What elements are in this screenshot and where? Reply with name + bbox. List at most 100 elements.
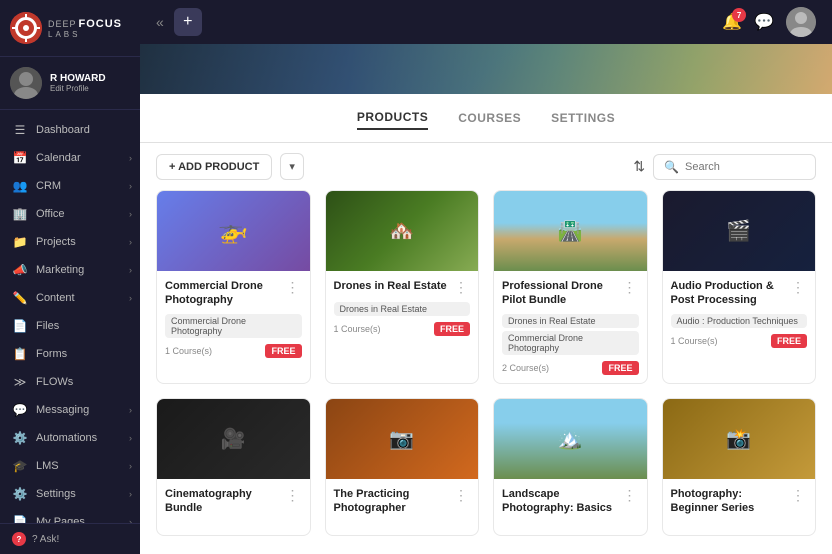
sidebar-item-label: Content — [36, 292, 75, 304]
sidebar-user[interactable]: R HOWARD Edit Profile — [0, 57, 140, 110]
product-card[interactable]: The Practicing Photographer ⋮ — [325, 398, 480, 537]
sidebar-item-marketing[interactable]: 📣 Marketing › — [0, 256, 140, 284]
help-icon: ? — [12, 532, 26, 546]
user-edit-link[interactable]: Edit Profile — [50, 84, 106, 93]
sidebar-item-crm[interactable]: 👥 CRM › — [0, 172, 140, 200]
chevron-right-icon: › — [129, 405, 132, 415]
product-title: Audio Production & Post Processing — [671, 279, 786, 308]
card-menu-button[interactable]: ⋮ — [452, 279, 470, 296]
user-name: R HOWARD — [50, 73, 106, 84]
sidebar: DEEP FOCUS LABS R HOWARD Edit Profile ☰ … — [0, 0, 140, 554]
card-header: Landscape Photography: Basics ⋮ — [502, 487, 639, 516]
card-menu-button[interactable]: ⋮ — [284, 487, 302, 504]
chevron-right-icon: › — [129, 237, 132, 247]
tab-courses[interactable]: COURSES — [458, 107, 521, 129]
tab-products[interactable]: PRODUCTS — [357, 106, 428, 130]
card-header: Drones in Real Estate ⋮ — [334, 279, 471, 296]
card-menu-button[interactable]: ⋮ — [789, 487, 807, 504]
chevron-right-icon: › — [129, 461, 132, 471]
product-card[interactable]: Drones in Real Estate ⋮ Drones in Real E… — [325, 190, 480, 384]
card-menu-button[interactable]: ⋮ — [621, 279, 639, 296]
avatar — [10, 67, 42, 99]
sidebar-item-messaging[interactable]: 💬 Messaging › — [0, 396, 140, 424]
product-card[interactable]: Landscape Photography: Basics ⋮ — [493, 398, 648, 537]
settings-icon: ⚙️ — [12, 487, 28, 501]
dropdown-button[interactable]: ▾ — [280, 153, 304, 180]
product-tag: Drones in Real Estate — [334, 302, 471, 316]
sidebar-item-forms[interactable]: 📋 Forms — [0, 340, 140, 368]
sidebar-item-office[interactable]: 🏢 Office › — [0, 200, 140, 228]
sidebar-nav: ☰ Dashboard 📅 Calendar › 👥 CRM › 🏢 Offic… — [0, 110, 140, 523]
card-menu-button[interactable]: ⋮ — [284, 279, 302, 296]
messaging-icon: 💬 — [12, 403, 28, 417]
card-tags: Audio : Production Techniques — [671, 314, 808, 328]
sidebar-item-lms[interactable]: 🎓 LMS › — [0, 452, 140, 480]
automations-icon: ⚙️ — [12, 431, 28, 445]
product-tag: Audio : Production Techniques — [671, 314, 808, 328]
card-tags: Commercial Drone Photography — [165, 314, 302, 338]
card-menu-button[interactable]: ⋮ — [789, 279, 807, 296]
card-header: Cinematography Bundle ⋮ — [165, 487, 302, 516]
product-title: Commercial Drone Photography — [165, 279, 280, 308]
search-input[interactable] — [685, 161, 805, 173]
product-image — [157, 399, 310, 479]
add-product-label: + ADD PRODUCT — [169, 161, 259, 173]
sidebar-item-projects[interactable]: 📁 Projects › — [0, 228, 140, 256]
product-tag: Drones in Real Estate — [502, 314, 639, 328]
product-card[interactable]: Audio Production & Post Processing ⋮ Aud… — [662, 190, 817, 384]
chevron-right-icon: › — [129, 293, 132, 303]
sidebar-item-label: Projects — [36, 236, 76, 248]
add-button[interactable]: + — [174, 8, 202, 36]
sidebar-item-content[interactable]: ✏️ Content › — [0, 284, 140, 312]
sidebar-item-files[interactable]: 📄 Files — [0, 312, 140, 340]
mypages-icon: 📄 — [12, 515, 28, 523]
product-title: Landscape Photography: Basics — [502, 487, 617, 516]
tab-settings[interactable]: SETTINGS — [551, 107, 615, 129]
product-card[interactable]: Commercial Drone Photography ⋮ Commercia… — [156, 190, 311, 384]
product-image — [157, 191, 310, 271]
sidebar-item-label: Files — [36, 320, 59, 332]
product-card[interactable]: Photography: Beginner Series ⋮ — [662, 398, 817, 537]
chevron-right-icon: › — [129, 489, 132, 499]
card-tags: Drones in Real Estate Commercial Drone P… — [502, 314, 639, 355]
sidebar-item-label: Automations — [36, 432, 97, 444]
dropdown-icon: ▾ — [289, 161, 295, 173]
tabs-bar: PRODUCTS COURSES SETTINGS — [140, 94, 832, 143]
card-footer: 1 Course(s) FREE — [165, 344, 302, 358]
product-image — [494, 399, 647, 479]
card-menu-button[interactable]: ⋮ — [452, 487, 470, 504]
product-card[interactable]: Professional Drone Pilot Bundle ⋮ Drones… — [493, 190, 648, 384]
product-title: Cinematography Bundle — [165, 487, 280, 516]
flows-icon: ≫ — [12, 375, 28, 389]
card-header: Audio Production & Post Processing ⋮ — [671, 279, 808, 308]
card-body: Landscape Photography: Basics ⋮ — [494, 479, 647, 536]
courses-count: 1 Course(s) — [165, 346, 212, 356]
card-body: Audio Production & Post Processing ⋮ Aud… — [663, 271, 816, 356]
products-grid: Commercial Drone Photography ⋮ Commercia… — [140, 190, 832, 554]
sidebar-item-settings[interactable]: ⚙️ Settings › — [0, 480, 140, 508]
files-icon: 📄 — [12, 319, 28, 333]
card-footer: 2 Course(s) FREE — [502, 361, 639, 375]
free-badge: FREE — [771, 334, 807, 348]
sidebar-item-calendar[interactable]: 📅 Calendar › — [0, 144, 140, 172]
sidebar-item-mypages[interactable]: 📄 My Pages › — [0, 508, 140, 523]
product-image — [494, 191, 647, 271]
card-header: Commercial Drone Photography ⋮ — [165, 279, 302, 308]
card-body: Cinematography Bundle ⋮ — [157, 479, 310, 536]
user-avatar-topbar[interactable] — [786, 7, 816, 37]
card-menu-button[interactable]: ⋮ — [621, 487, 639, 504]
sidebar-item-dashboard[interactable]: ☰ Dashboard — [0, 116, 140, 144]
sidebar-item-automations[interactable]: ⚙️ Automations › — [0, 424, 140, 452]
sort-button[interactable]: ⇅ — [633, 158, 645, 175]
card-body: Commercial Drone Photography ⋮ Commercia… — [157, 271, 310, 366]
add-product-button[interactable]: + ADD PRODUCT — [156, 154, 272, 180]
messages-button[interactable]: 💬 — [754, 12, 774, 32]
lms-icon: 🎓 — [12, 459, 28, 473]
sidebar-item-flows[interactable]: ≫ FLOWs — [0, 368, 140, 396]
product-card[interactable]: Cinematography Bundle ⋮ — [156, 398, 311, 537]
help-button[interactable]: ? ? Ask! — [0, 523, 140, 554]
notifications-button[interactable]: 🔔 7 — [722, 12, 742, 32]
collapse-sidebar-button[interactable]: « — [156, 14, 164, 30]
sidebar-item-label: Messaging — [36, 404, 89, 416]
content-area: PRODUCTS COURSES SETTINGS + ADD PRODUCT … — [140, 44, 832, 554]
